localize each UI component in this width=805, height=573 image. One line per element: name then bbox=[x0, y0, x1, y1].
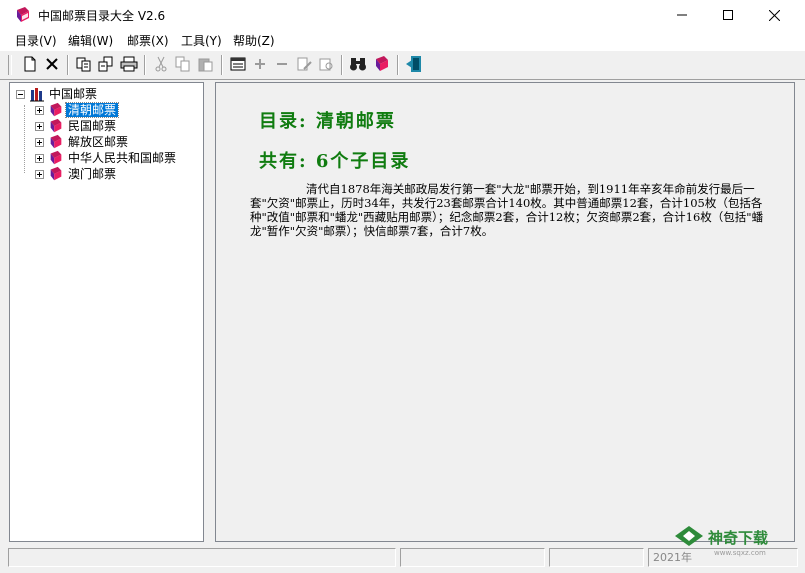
toolbar-separator bbox=[221, 55, 223, 75]
stamp-book-icon bbox=[48, 118, 64, 134]
expand-icon[interactable] bbox=[35, 105, 44, 115]
toolbar-separator bbox=[144, 55, 146, 75]
binoculars-search-icon bbox=[349, 56, 367, 75]
properties-icon bbox=[318, 56, 334, 75]
menu-help[interactable]: 帮助(Z) bbox=[233, 32, 275, 49]
tree-connector-line bbox=[24, 105, 25, 173]
stamp-book-icon bbox=[48, 102, 64, 118]
watermark-logo-icon bbox=[674, 525, 704, 550]
edit-button[interactable] bbox=[294, 55, 314, 75]
expand-icon[interactable] bbox=[35, 169, 44, 179]
maximize-button[interactable] bbox=[705, 0, 751, 30]
stamp-book-icon bbox=[48, 166, 64, 182]
cut-button[interactable] bbox=[151, 55, 171, 75]
print-icon bbox=[120, 56, 138, 75]
toolbar-separator bbox=[67, 55, 69, 75]
tree-item-label: 中华人民共和国邮票 bbox=[68, 151, 177, 165]
close-button[interactable] bbox=[751, 0, 797, 30]
remove-icon bbox=[276, 58, 288, 73]
status-pane bbox=[400, 548, 545, 567]
add-icon bbox=[254, 58, 266, 73]
tree-item-label: 民国邮票 bbox=[68, 119, 117, 133]
menu-tools[interactable]: 工具(Y) bbox=[181, 32, 222, 49]
copy-record-button[interactable] bbox=[74, 55, 94, 75]
status-pane bbox=[8, 548, 396, 567]
catalog-description: 清代自1878年海关邮政局发行第一套"大龙"邮票开始，到1911年辛亥年命前发行… bbox=[250, 182, 764, 238]
add-button[interactable] bbox=[250, 55, 270, 75]
tree-item[interactable]: 民国邮票 bbox=[35, 118, 118, 134]
tree-item[interactable]: 澳门邮票 bbox=[35, 166, 118, 182]
status-pane bbox=[549, 548, 644, 567]
tree-item-label: 清朝邮票 bbox=[64, 102, 120, 118]
paste-record-icon bbox=[98, 56, 114, 75]
expand-icon[interactable] bbox=[35, 121, 44, 131]
book-icon bbox=[373, 55, 391, 76]
title-bar: 中国邮票目录大全 V2.6 bbox=[0, 0, 805, 30]
minimize-button[interactable] bbox=[659, 0, 705, 30]
copy-record-icon bbox=[76, 56, 92, 75]
catalog-tree[interactable]: 中国邮票 清朝邮票 民国邮票 解放区邮票 中华人民共和国邮票 澳门邮票 bbox=[9, 82, 204, 542]
menu-catalog[interactable]: 目录(V) bbox=[15, 32, 57, 49]
book-button[interactable] bbox=[372, 55, 392, 75]
paste-icon bbox=[198, 56, 214, 75]
menu-stamps[interactable]: 邮票(X) bbox=[127, 32, 169, 49]
minimize-icon bbox=[677, 10, 687, 20]
expand-icon[interactable] bbox=[35, 153, 44, 163]
menu-bar: 目录(V) 编辑(W) 邮票(X) 工具(Y) 帮助(Z) bbox=[0, 30, 805, 50]
collapse-icon[interactable] bbox=[16, 89, 25, 99]
delete-icon bbox=[45, 57, 59, 74]
books-icon bbox=[29, 86, 45, 102]
expand-icon[interactable] bbox=[35, 137, 44, 147]
catalog-button[interactable] bbox=[228, 55, 248, 75]
stamp-book-icon bbox=[48, 150, 64, 166]
app-book-icon bbox=[14, 6, 32, 24]
close-icon bbox=[768, 9, 780, 21]
copy-icon bbox=[175, 56, 191, 75]
tree-item[interactable]: 中华人民共和国邮票 bbox=[35, 150, 178, 166]
tree-item[interactable]: 清朝邮票 bbox=[35, 102, 120, 118]
watermark-brand: 神奇下载 bbox=[708, 528, 769, 547]
catalog-icon bbox=[230, 56, 246, 75]
tree-item-label: 解放区邮票 bbox=[68, 135, 129, 149]
paste-record-button[interactable] bbox=[96, 55, 116, 75]
watermark-url: www.sqxz.com bbox=[714, 549, 766, 557]
search-button[interactable] bbox=[348, 55, 368, 75]
toolbar bbox=[0, 50, 805, 80]
exit-icon bbox=[405, 55, 423, 76]
paste-button[interactable] bbox=[196, 55, 216, 75]
detail-pane: 目录: 清朝邮票 共有: 6个子目录 清代自1878年海关邮政局发行第一套"大龙… bbox=[215, 82, 795, 542]
subcatalog-count-heading: 共有: 6个子目录 bbox=[259, 151, 411, 172]
toolbar-separator bbox=[397, 55, 399, 75]
toolbar-grip bbox=[8, 55, 12, 75]
copy-button[interactable] bbox=[173, 55, 193, 75]
pane-splitter[interactable] bbox=[205, 82, 215, 542]
catalog-heading: 目录: 清朝邮票 bbox=[259, 111, 396, 132]
tree-root[interactable]: 中国邮票 bbox=[16, 86, 99, 102]
remove-button[interactable] bbox=[272, 55, 292, 75]
stamp-book-icon bbox=[48, 134, 64, 150]
toolbar-separator bbox=[341, 55, 343, 75]
exit-button[interactable] bbox=[404, 55, 424, 75]
tree-item-label: 澳门邮票 bbox=[68, 167, 117, 181]
tree-root-label: 中国邮票 bbox=[49, 87, 98, 101]
menu-edit[interactable]: 编辑(W) bbox=[68, 32, 113, 49]
properties-button[interactable] bbox=[316, 55, 336, 75]
delete-button[interactable] bbox=[42, 55, 62, 75]
cut-icon bbox=[154, 56, 168, 75]
watermark: 神奇下载 www.sqxz.com bbox=[674, 522, 794, 557]
print-button[interactable] bbox=[119, 55, 139, 75]
new-document-icon bbox=[23, 56, 37, 75]
edit-icon bbox=[296, 56, 312, 75]
new-button[interactable] bbox=[20, 55, 40, 75]
maximize-icon bbox=[723, 10, 733, 20]
window-title: 中国邮票目录大全 V2.6 bbox=[38, 9, 166, 23]
tree-item[interactable]: 解放区邮票 bbox=[35, 134, 130, 150]
